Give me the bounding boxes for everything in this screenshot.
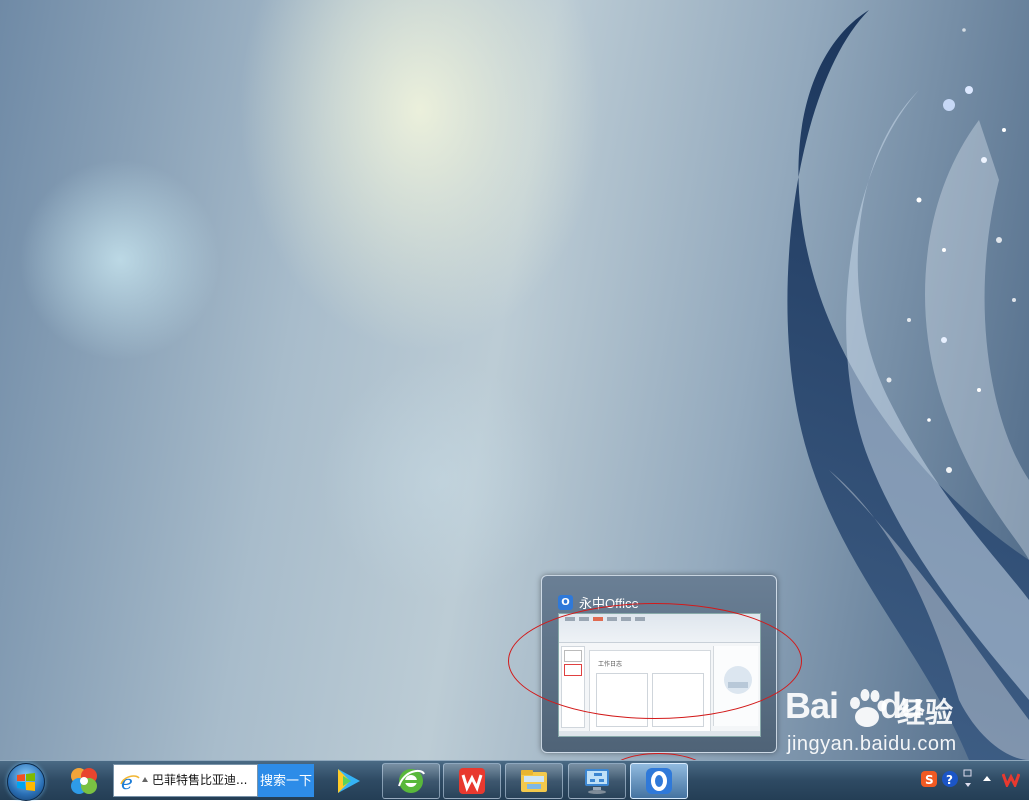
system-tray: S ? (918, 761, 1029, 801)
taskbar-button-explorer[interactable] (505, 763, 563, 799)
baidu-jingyan-watermark: Bai du 经验 jingyan.baidu.com (785, 685, 980, 765)
window-thumbnail[interactable]: 工作日志 (558, 613, 761, 737)
preview-app-title: 永中Office (579, 595, 639, 611)
yozo-office-icon: O (558, 594, 573, 610)
thumbnail-status-bar (559, 731, 760, 736)
desktop[interactable] (0, 0, 1029, 760)
preview-header: O 永中Office (558, 593, 639, 611)
thumbnail-side-pane (713, 646, 758, 726)
tray-expand-icon[interactable] (982, 771, 992, 787)
ie-icon: e (120, 772, 140, 792)
taskbar-thumbnail-preview[interactable]: O 永中Office 工作日志 (541, 575, 777, 753)
search-engine-dropdown[interactable] (142, 777, 148, 782)
search-input[interactable]: e 巴菲特售比亚迪... (113, 764, 258, 797)
search-query: 巴菲特售比亚迪... (152, 773, 248, 787)
yozo-office-icon (646, 768, 672, 794)
thumbnail-heading: 工作日志 (598, 661, 623, 668)
taskbar-button-ie[interactable] (382, 763, 440, 799)
wallpaper-swirl (787, 10, 1029, 760)
file-explorer-icon (521, 770, 547, 792)
network-monitor-icon (585, 769, 609, 794)
pinwheel-app-icon[interactable] (64, 764, 104, 798)
ie-browser-icon (398, 769, 425, 793)
search-button[interactable]: 搜索一下 (258, 764, 314, 797)
wps-office-icon (459, 768, 485, 794)
svg-text:?: ? (946, 773, 953, 787)
taskbar-button-yozo[interactable] (630, 763, 688, 799)
help-icon[interactable]: ? (942, 771, 958, 787)
sogou-input-icon[interactable]: S (921, 771, 937, 787)
taskbar-button-wps[interactable] (443, 763, 501, 799)
video-player-icon[interactable] (328, 764, 368, 798)
start-button[interactable] (7, 763, 45, 801)
taskbar: e 巴菲特售比亚迪... 搜索一下 S ? (0, 760, 1029, 801)
thumbnail-slide-list (561, 646, 585, 728)
watermark-url: jingyan.baidu.com (787, 733, 957, 755)
wps-tray-icon[interactable] (1001, 771, 1021, 789)
svg-text:S: S (925, 773, 934, 787)
baidu-paw-icon (850, 689, 887, 727)
thumbnail-slide: 工作日志 (589, 650, 711, 732)
taskbar-button-network[interactable] (568, 763, 626, 799)
thumbnail-ribbon (559, 614, 760, 643)
watermark-cn: 经验 (897, 696, 954, 729)
show-hidden-icons-icon[interactable] (962, 769, 974, 787)
windows-logo-icon (17, 773, 35, 791)
